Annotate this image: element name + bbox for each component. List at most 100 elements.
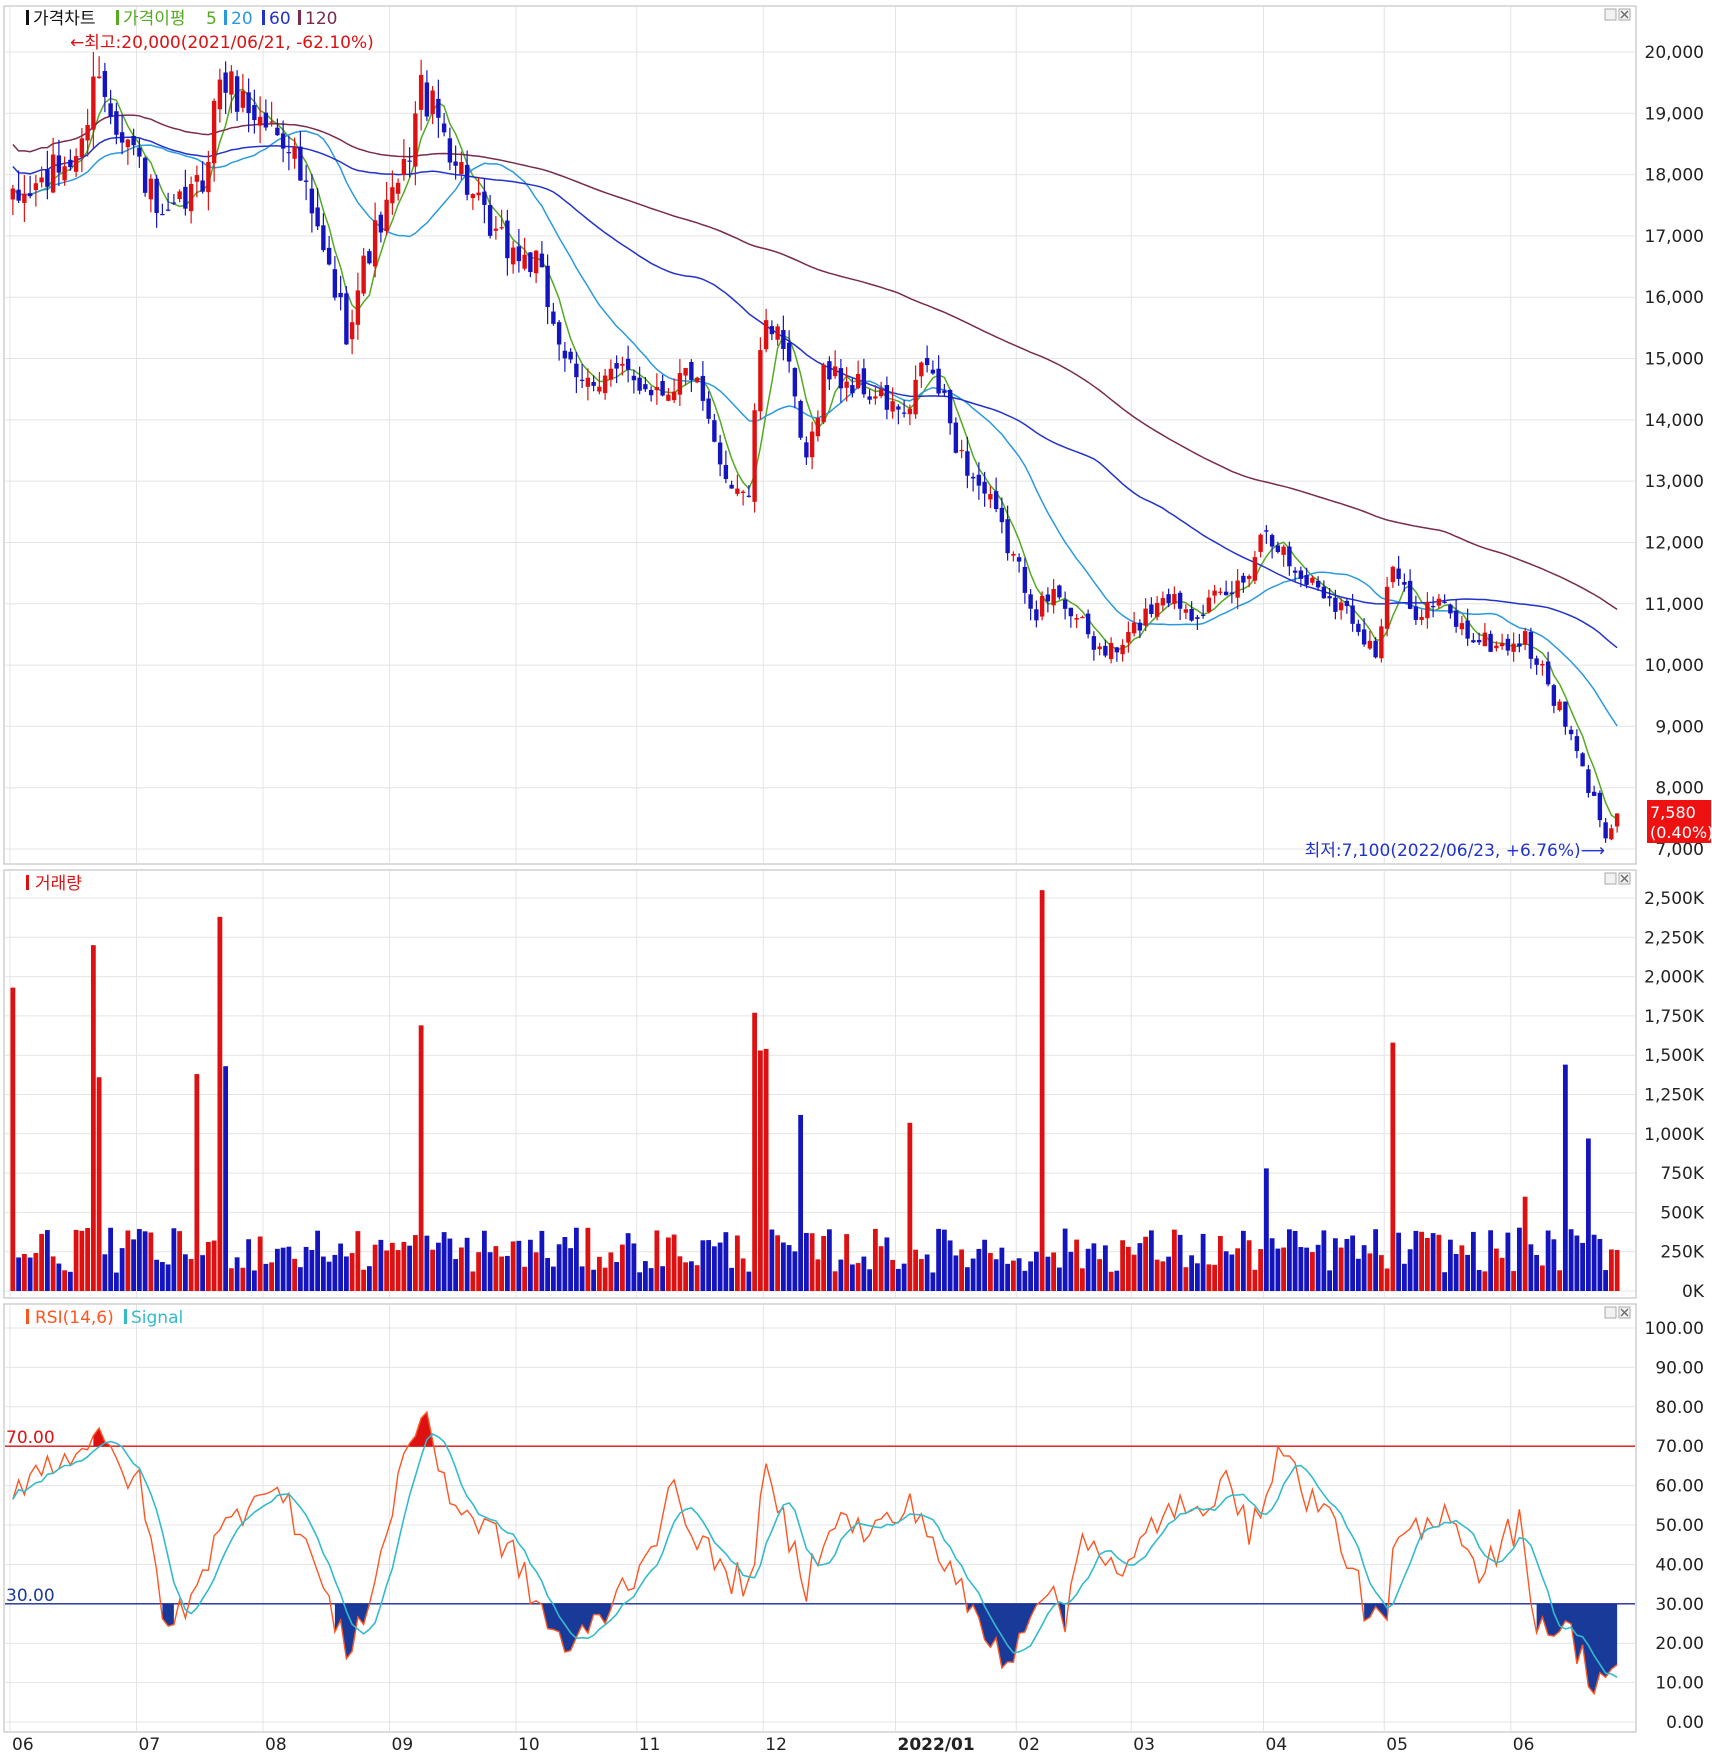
- volume-bar: [706, 1240, 712, 1291]
- legend-ma60-label: 60: [269, 9, 291, 29]
- candle-body: [1068, 607, 1074, 617]
- candle-body: [1172, 594, 1177, 604]
- volume-bar: [527, 1239, 533, 1291]
- volume-y-tick-label: 2,250K: [1644, 928, 1705, 948]
- volume-bar: [878, 1246, 884, 1291]
- candle-body: [1476, 639, 1482, 643]
- volume-bar: [154, 1259, 160, 1291]
- volume-y-tick-label: 750K: [1660, 1164, 1704, 1184]
- candle-body: [1252, 557, 1258, 581]
- volume-bar: [159, 1262, 165, 1291]
- volume-bar: [366, 1266, 372, 1291]
- volume-bar: [476, 1252, 482, 1291]
- price-y-tick-label: 16,000: [1645, 288, 1704, 308]
- candle-body: [62, 166, 67, 181]
- candle-body: [1160, 598, 1166, 606]
- candle-body: [200, 180, 205, 192]
- candle-body: [1275, 545, 1281, 552]
- rsi-y-tick-label: 70.00: [1655, 1437, 1704, 1457]
- candle-body: [436, 98, 441, 118]
- volume-bar: [418, 1025, 424, 1291]
- candle-body: [303, 180, 309, 182]
- volume-bar: [1051, 1252, 1057, 1291]
- volume-bar: [1465, 1254, 1471, 1291]
- candle-body: [1126, 631, 1131, 643]
- current-price-badge: 7,580 (0.40%): [1647, 800, 1712, 843]
- candle-body: [234, 76, 240, 112]
- candle-body: [1591, 791, 1597, 796]
- candle-body: [1269, 535, 1275, 547]
- candle-body: [154, 178, 159, 213]
- volume-bar: [1350, 1235, 1356, 1291]
- candle-body: [867, 396, 872, 400]
- volume-bar: [315, 1230, 321, 1291]
- volume-bar: [1269, 1238, 1275, 1291]
- volume-bar: [1493, 1248, 1499, 1291]
- volume-bar: [625, 1233, 631, 1291]
- stock-chart-svg: 7,0008,0009,00010,00011,00012,00013,0001…: [3, 5, 1712, 1755]
- volume-bar: [1281, 1247, 1287, 1291]
- volume-bar: [1585, 1138, 1591, 1291]
- candle-body: [1344, 600, 1350, 607]
- volume-bar: [85, 1228, 91, 1291]
- volume-bar: [1539, 1265, 1545, 1291]
- candle-body: [482, 191, 487, 205]
- volume-y-tick-label: 2,000K: [1644, 968, 1705, 988]
- price-y-tick-label: 8,000: [1655, 779, 1704, 799]
- volume-bar: [96, 1077, 102, 1291]
- candle-body: [723, 464, 729, 480]
- candle-body: [1258, 534, 1263, 552]
- volume-bar: [752, 1012, 758, 1291]
- volume-bar: [1102, 1245, 1108, 1291]
- volume-bar: [56, 1263, 62, 1291]
- volume-bar: [251, 1270, 257, 1291]
- volume-bar: [1206, 1264, 1212, 1291]
- volume-bar: [1327, 1270, 1333, 1291]
- candle-body: [131, 135, 136, 146]
- volume-bar: [1074, 1239, 1080, 1291]
- volume-bar: [1442, 1272, 1448, 1291]
- volume-bar: [959, 1249, 965, 1291]
- candle-body: [1580, 753, 1585, 767]
- volume-bar: [1016, 1258, 1022, 1291]
- candle-body: [654, 387, 660, 391]
- volume-legend: 거래량: [26, 874, 82, 894]
- volume-y-tick-label: 500K: [1660, 1203, 1704, 1223]
- candle-body: [1212, 590, 1217, 596]
- volume-bar: [1614, 1249, 1620, 1291]
- volume-bar: [182, 1254, 188, 1291]
- rsi-y-tick-label: 50.00: [1655, 1516, 1704, 1536]
- candle-body: [1062, 599, 1068, 609]
- volume-bar: [1114, 1270, 1120, 1291]
- candle-body: [309, 188, 315, 214]
- volume-bar: [1378, 1255, 1384, 1291]
- volume-bar: [1534, 1254, 1540, 1291]
- candle-body: [1568, 729, 1574, 735]
- candle-body: [344, 293, 349, 345]
- volume-bar: [113, 1272, 119, 1291]
- candle-body: [1281, 546, 1286, 555]
- volume-bar: [200, 1255, 206, 1291]
- volume-bar: [136, 1229, 142, 1291]
- price-panel-minimize-button[interactable]: [1604, 8, 1617, 21]
- candle-body: [510, 247, 516, 265]
- candle-body: [1085, 613, 1091, 635]
- candle-body: [160, 213, 165, 216]
- candle-body: [487, 205, 493, 236]
- candle-body: [229, 71, 234, 95]
- candle-body: [1574, 736, 1580, 752]
- x-tick-label: 11: [639, 1735, 661, 1754]
- volume-bar: [838, 1259, 844, 1291]
- volume-bar: [90, 945, 96, 1291]
- volume-bar: [1120, 1240, 1126, 1291]
- volume-bar: [976, 1248, 982, 1291]
- legend-price-title: 가격차트: [33, 9, 96, 29]
- rsi-panel-minimize-button[interactable]: [1604, 1306, 1617, 1319]
- volume-panel-minimize-button[interactable]: [1604, 872, 1617, 885]
- candle-body: [746, 495, 752, 497]
- candle-body: [85, 125, 90, 141]
- volume-bar: [1528, 1244, 1534, 1291]
- candle-body: [1166, 594, 1171, 604]
- volume-bar: [1143, 1236, 1149, 1291]
- volume-bar: [763, 1048, 769, 1291]
